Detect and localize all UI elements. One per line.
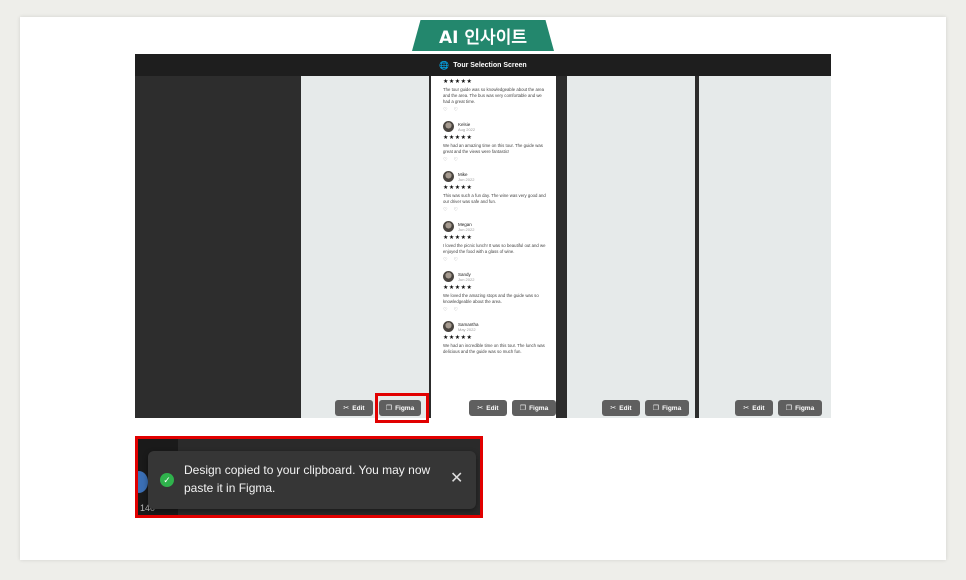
edit-icon: ✂ [343,405,350,412]
review-item: ★★★★★ The tour guide was so knowledgeabl… [443,78,550,113]
highlight-figma-button [375,393,429,423]
edit-icon: ✂ [477,405,484,412]
review-item: Kelsie Aug 2022 ★★★★★ We had an amazing … [443,121,550,163]
check-icon: ✓ [160,473,174,487]
review-item: Megan Jun 2022 ★★★★★ I loved the picnic … [443,221,550,263]
globe-icon: 🌐 [439,60,450,70]
figma-button[interactable]: ❐ Figma [645,400,689,416]
design-panel-4[interactable] [699,76,831,418]
review-date: Jun 2022 [458,226,475,232]
avatar [443,321,454,332]
review-item: Mike Jun 2022 ★★★★★ This was such a fun … [443,171,550,213]
reply-icon[interactable]: ♡ [453,157,457,163]
like-icon[interactable]: ♡ [443,307,447,313]
reply-icon[interactable]: ♡ [453,207,457,213]
avatar [443,121,454,132]
edit-button[interactable]: ✂ Edit [335,400,373,416]
edit-icon: ✂ [610,405,617,412]
toast-message: Design copied to your clipboard. You may… [184,463,431,495]
review-list: ★★★★★ The tour guide was so knowledgeabl… [431,76,556,355]
reply-icon[interactable]: ♡ [453,107,457,113]
review-text: I loved the picnic lunch! It was so beau… [443,243,546,254]
review-date: Jun 2022 [458,276,475,282]
star-rating: ★★★★★ [443,135,473,141]
reviewer-name: Megan [458,221,472,227]
star-rating: ★★★★★ [443,235,473,241]
review-text: This was such a fun day. The wine was ve… [443,193,546,204]
toast-highlight: 140 ✓ Design copied to your clipboard. Y… [135,436,483,518]
review-date: Aug 2022 [458,126,476,132]
review-text: The tour guide was so knowledgeable abou… [443,87,545,104]
page-title: AI 인사이트 [412,20,554,51]
design-panel-reviews[interactable]: ★★★★★ The tour guide was so knowledgeabl… [431,76,556,418]
reply-icon[interactable]: ♡ [453,257,457,263]
star-rating: ★★★★★ [443,185,473,191]
review-item: Samantha May 2022 ★★★★★ We had an incred… [443,321,550,355]
star-rating: ★★★★★ [443,335,473,341]
toast-notification: ✓ Design copied to your clipboard. You m… [148,451,476,509]
star-rating: ★★★★★ [443,79,473,85]
like-icon[interactable]: ♡ [443,157,447,163]
close-icon[interactable]: ✕ [450,469,463,489]
edit-button[interactable]: ✂ Edit [735,400,773,416]
avatar [443,271,454,282]
review-text: We had an amazing time on this tour. The… [443,143,543,154]
edit-button[interactable]: ✂ Edit [469,400,507,416]
edit-icon: ✂ [743,405,750,412]
review-text: We had an incredible time on this tour. … [443,343,545,354]
reviewer-name: Samantha [458,321,479,327]
screen-title: Tour Selection Screen [453,61,527,69]
screen-title-bar: 🌐 Tour Selection Screen [135,54,831,76]
figma-button[interactable]: ❐ Figma [512,400,556,416]
design-panel-3[interactable] [567,76,695,418]
design-panel-1[interactable] [301,76,429,418]
review-date: May 2022 [458,326,476,332]
like-icon[interactable]: ♡ [443,207,447,213]
design-panel-dark [135,76,300,418]
figma-icon: ❐ [519,405,527,412]
review-item: Sandy Jun 2022 ★★★★★ We loved the amazin… [443,271,550,313]
star-rating: ★★★★★ [443,285,473,291]
avatar [443,171,454,182]
figma-icon: ❐ [652,405,660,412]
reply-icon[interactable]: ♡ [453,307,457,313]
app-screenshot: 🌐 Tour Selection Screen ★★★★★ The tour g… [135,54,831,418]
like-icon[interactable]: ♡ [443,107,447,113]
review-text: We loved the amazing stops and the guide… [443,293,539,304]
like-icon[interactable]: ♡ [443,257,447,263]
review-date: Jun 2022 [458,176,475,182]
figma-icon: ❐ [785,405,793,412]
figma-button[interactable]: ❐ Figma [778,400,822,416]
avatar [443,221,454,232]
edit-button[interactable]: ✂ Edit [602,400,640,416]
